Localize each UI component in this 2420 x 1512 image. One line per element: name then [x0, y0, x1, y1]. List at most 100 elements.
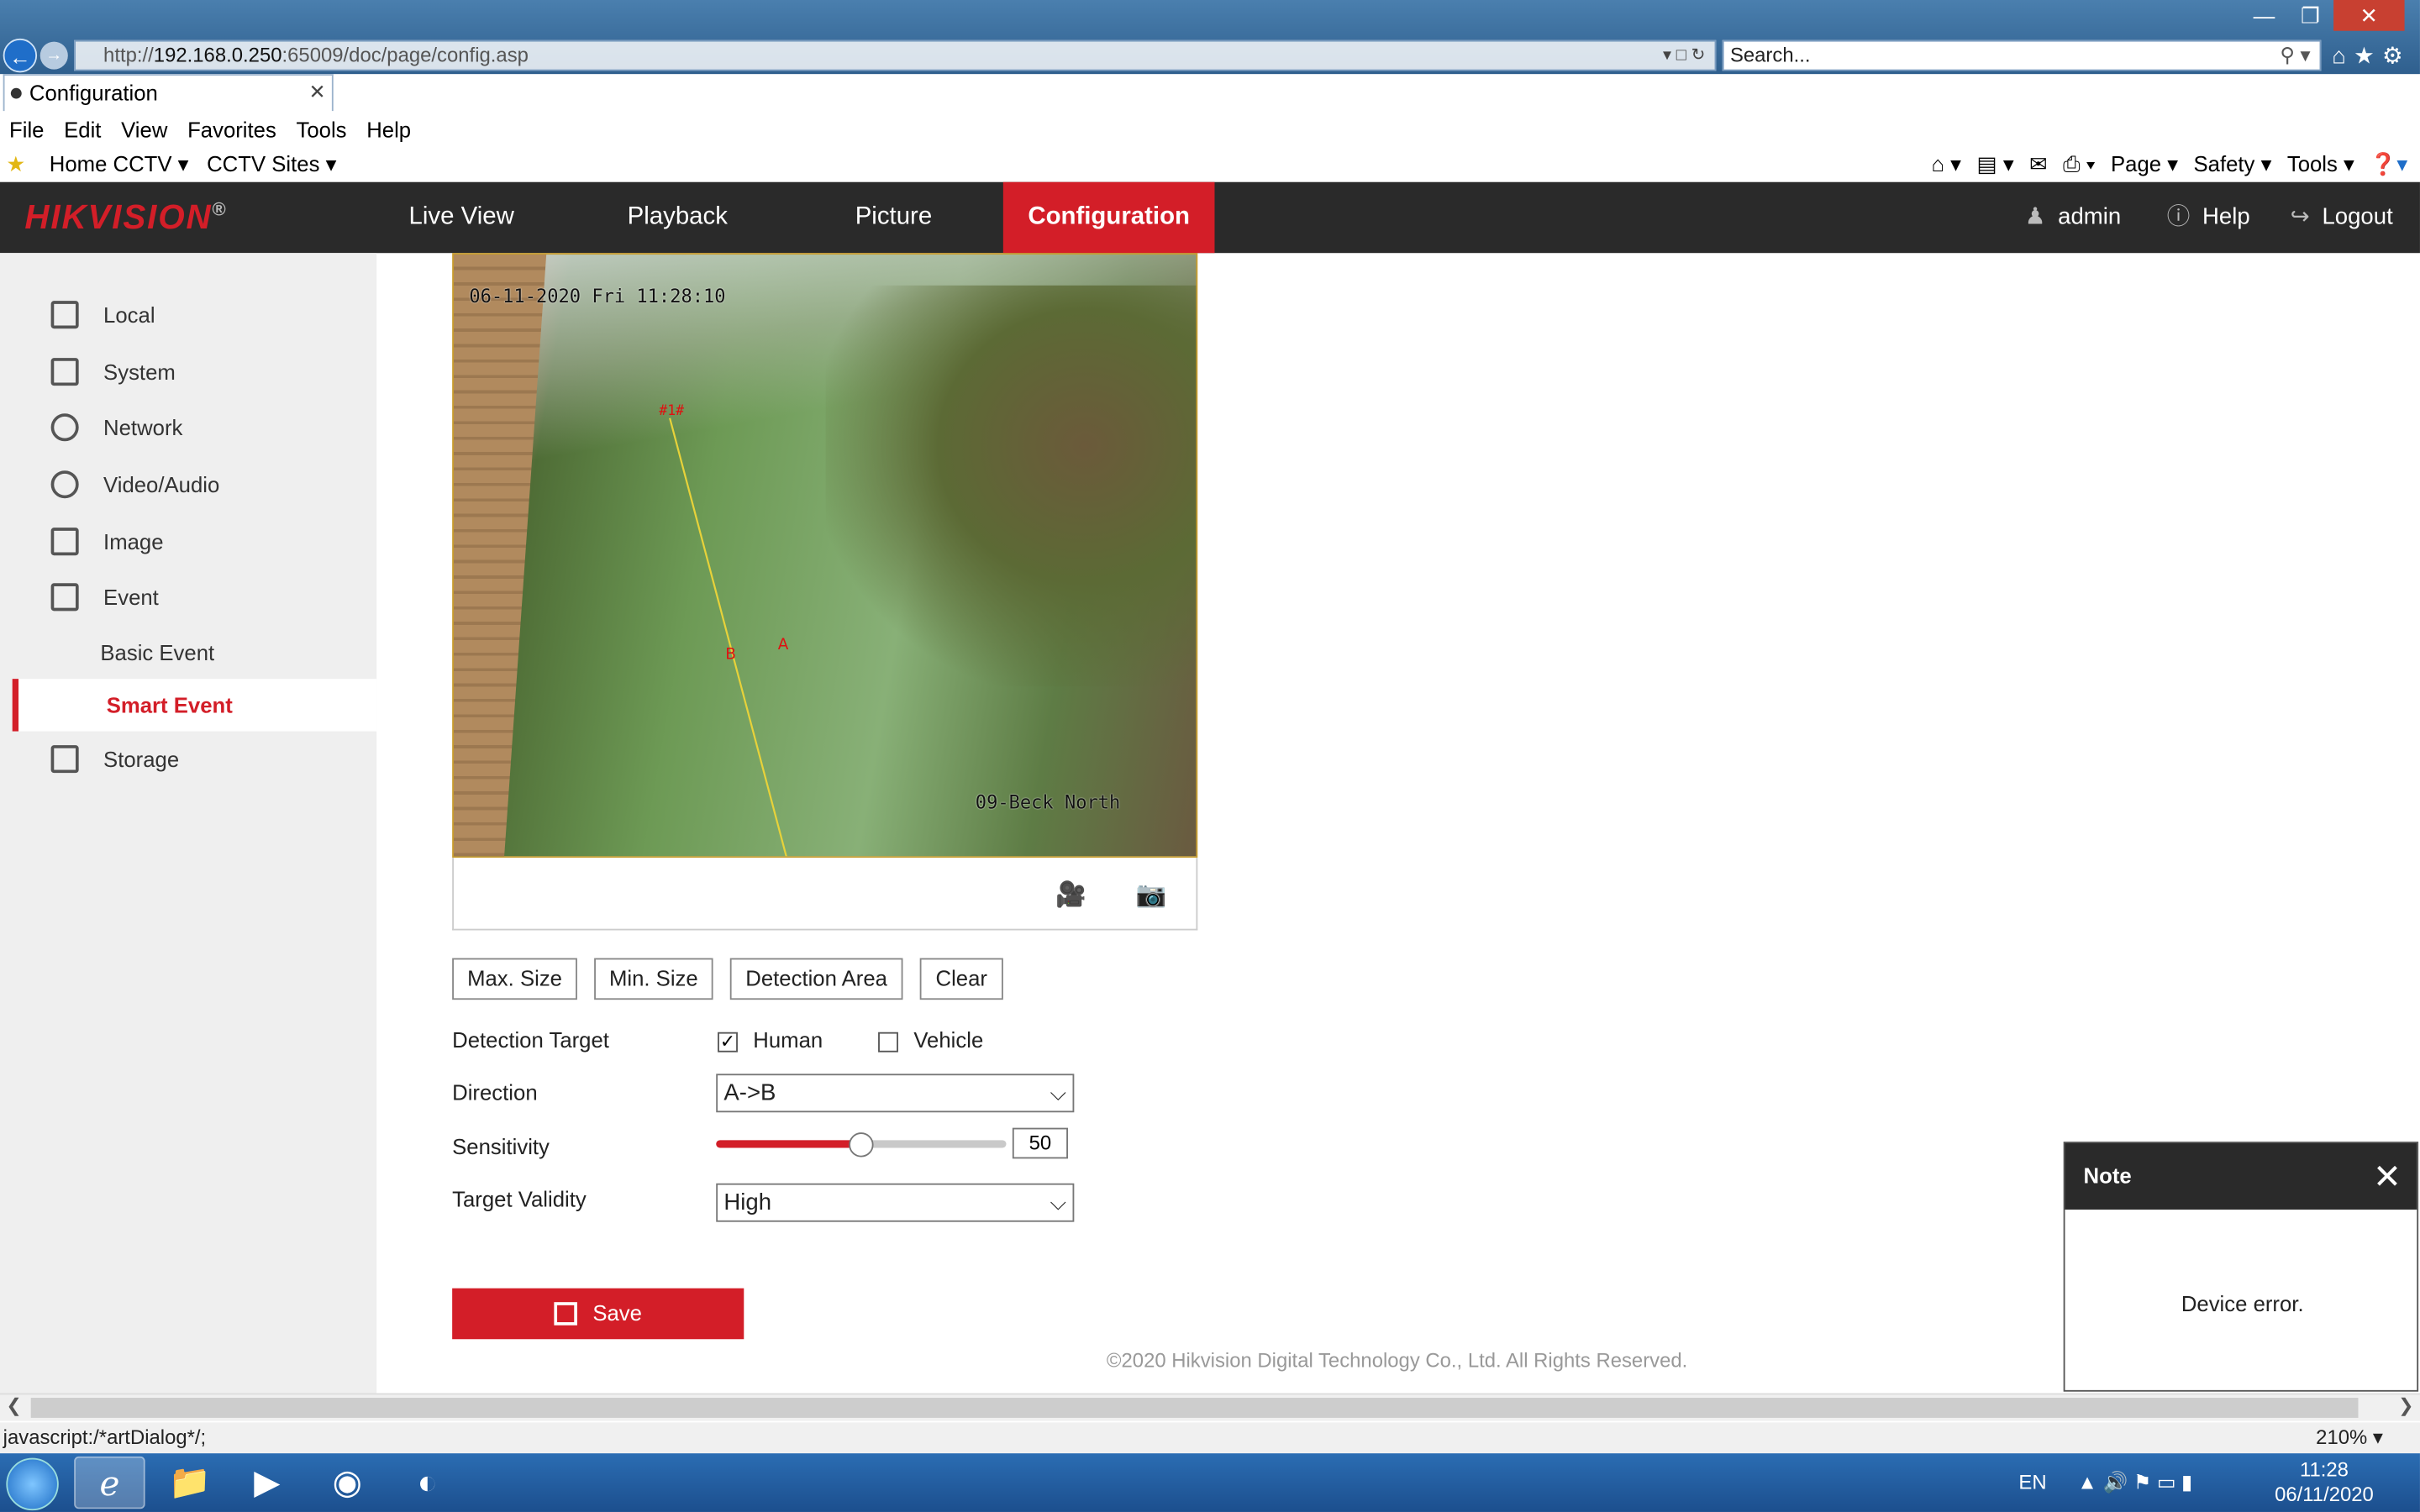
floppy-icon — [554, 1302, 577, 1326]
human-checkbox[interactable]: ✓ — [718, 1032, 738, 1053]
info-icon: ⓘ — [2166, 203, 2191, 230]
logout-link[interactable]: ↪ Logout — [2291, 182, 2393, 253]
image-icon — [50, 528, 79, 556]
sidebar-item-local[interactable]: Local — [0, 288, 376, 340]
sensitivity-input[interactable]: 50 — [1012, 1127, 1068, 1159]
sidebar-label-storage: Storage — [103, 746, 180, 772]
search-icon[interactable]: ⚲ ▾ — [2280, 42, 2310, 70]
tools-menu[interactable]: Tools ▾ — [2287, 148, 2354, 179]
page-menu[interactable]: Page ▾ — [2111, 148, 2178, 179]
sidebar-label-network: Network — [103, 415, 183, 440]
help-circle-icon[interactable]: ❓▾ — [2370, 148, 2407, 179]
sidebar-item-image[interactable]: Image — [0, 515, 376, 567]
tab-configuration[interactable]: Configuration ✕ — [3, 74, 334, 112]
language-indicator[interactable]: EN — [2018, 1453, 2046, 1512]
sidebar-item-network[interactable]: Network — [0, 402, 376, 454]
direction-select[interactable]: A->B ⌵ — [716, 1074, 1075, 1113]
home-icon[interactable]: ⌂ ▾ — [1931, 148, 1961, 179]
edge-icon[interactable]: ◐ — [392, 1457, 463, 1509]
internet-explorer-icon[interactable]: ℯ — [74, 1456, 145, 1509]
folder-icon[interactable]: 📁 — [155, 1457, 225, 1509]
back-arrow-icon[interactable]: ← — [3, 38, 38, 73]
osd-camera-name: 09-Beck North — [975, 791, 1121, 813]
min-size-button[interactable]: Min. Size — [594, 958, 713, 1000]
tray-icons[interactable]: ▲ 🔊 ⚑ ▭ ▮ — [2077, 1453, 2192, 1512]
restore-icon[interactable]: ❐ — [2287, 0, 2333, 31]
direction-value: A->B — [723, 1079, 776, 1106]
menu-help[interactable]: Help — [366, 111, 411, 148]
sidebar-item-smart-event[interactable]: Smart Event — [12, 679, 377, 732]
fav-cctv-sites[interactable]: CCTV Sites ▾ — [207, 148, 336, 179]
firefox-icon[interactable]: ◉ — [312, 1457, 382, 1509]
help-link[interactable]: ⓘ Help — [2167, 182, 2250, 253]
monitor-icon — [50, 301, 79, 329]
camera-snapshot-icon[interactable]: 📷 — [1136, 879, 1167, 911]
record-video-icon[interactable]: 🎥 — [1055, 879, 1086, 911]
url-rest: :65009/doc/page/config.asp — [281, 43, 529, 66]
sidebar-item-video-audio[interactable]: Video/Audio — [0, 458, 376, 510]
crossing-line[interactable] — [669, 417, 787, 858]
note-dialog: Note ✕ Device error. — [2063, 1142, 2419, 1392]
nav-picture[interactable]: Picture — [818, 182, 969, 253]
horizontal-scrollbar[interactable]: ❮ ❯ — [0, 1393, 2420, 1421]
favorites-star-icon[interactable]: ★ — [6, 148, 25, 179]
print-icon[interactable]: ⎙ ▾ — [2063, 148, 2096, 179]
line-crossing-overlay[interactable]: #1# B A — [454, 255, 1197, 858]
sensitivity-label: Sensitivity — [452, 1133, 550, 1159]
clock[interactable]: 11:28 06/11/2020 — [2275, 1458, 2374, 1508]
copyright: ©2020 Hikvision Digital Technology Co., … — [1106, 1348, 1688, 1372]
camera-preview[interactable]: #1# B A 06-11-2020 Fri 11:28:10 09-Beck … — [452, 253, 1198, 858]
url-host: 192.168.0.250 — [153, 43, 282, 66]
fav-home-cctv[interactable]: Home CCTV ▾ — [50, 148, 189, 179]
mail-icon[interactable]: ✉ — [2029, 148, 2048, 179]
fav-cctv-sites-label: CCTV Sites — [207, 150, 320, 176]
close-icon[interactable]: ✕ — [2373, 1143, 2402, 1210]
menu-favorites[interactable]: Favorites — [187, 111, 276, 148]
media-player-icon[interactable]: ▶ — [232, 1457, 302, 1509]
menu-file[interactable]: File — [9, 111, 44, 148]
menu-view[interactable]: View — [121, 111, 167, 148]
chevron-down-icon: ⌵ — [1050, 1079, 1067, 1105]
sidebar-item-event[interactable]: Event — [0, 571, 376, 623]
scroll-right-icon[interactable]: ❯ — [2398, 1394, 2413, 1416]
zoom-level[interactable]: 210% ▾ — [2316, 1422, 2383, 1453]
refresh-icon[interactable]: ▾ □ ↻ — [1663, 42, 1706, 70]
sensitivity-fill — [716, 1140, 861, 1148]
sidebar-item-system[interactable]: System — [0, 345, 376, 397]
vehicle-label: Vehicle — [913, 1027, 984, 1053]
start-button[interactable] — [6, 1457, 59, 1511]
nav-configuration[interactable]: Configuration — [1002, 181, 1215, 254]
scroll-thumb[interactable] — [30, 1398, 2359, 1418]
minimize-icon[interactable]: — — [2241, 0, 2287, 31]
nav-playback[interactable]: Playback — [602, 182, 753, 253]
search-input[interactable]: Search... ⚲ ▾ — [1722, 39, 2322, 71]
nav-live-view[interactable]: Live View — [386, 182, 537, 253]
max-size-button[interactable]: Max. Size — [452, 958, 577, 1000]
home-star-gear-icons[interactable]: ⌂★⚙ — [2332, 42, 2411, 69]
save-button[interactable]: Save — [452, 1288, 744, 1340]
clear-button[interactable]: Clear — [919, 958, 1003, 1000]
crossing-marker: #1# — [659, 402, 684, 418]
sensitivity-handle[interactable] — [849, 1132, 874, 1158]
vehicle-checkbox[interactable] — [878, 1032, 898, 1053]
clock-time: 11:28 — [2299, 1457, 2349, 1482]
zoom-value: 210% — [2316, 1425, 2368, 1449]
sidebar-label-image: Image — [103, 528, 164, 554]
feeds-icon[interactable]: ▤ ▾ — [1976, 148, 2013, 179]
save-label: Save — [592, 1300, 642, 1326]
user-menu[interactable]: ♟ admin — [2025, 182, 2121, 253]
address-bar[interactable]: http://192.168.0.250:65009/doc/page/conf… — [74, 39, 1717, 71]
safety-menu[interactable]: Safety ▾ — [2193, 148, 2271, 179]
forward-arrow-icon[interactable]: → — [39, 41, 68, 70]
close-tab-icon[interactable]: ✕ — [309, 76, 326, 109]
close-window-icon[interactable]: ✕ — [2333, 0, 2405, 31]
menu-tools[interactable]: Tools — [297, 111, 347, 148]
sidebar-item-storage[interactable]: Storage — [0, 732, 376, 785]
target-validity-select[interactable]: High ⌵ — [716, 1183, 1075, 1222]
scroll-left-icon[interactable]: ❮ — [6, 1394, 21, 1416]
target-validity-value: High — [723, 1189, 772, 1216]
dialog-message: Device error. — [2181, 1291, 2304, 1316]
sidebar-item-basic-event[interactable]: Basic Event — [0, 627, 376, 679]
detection-area-button[interactable]: Detection Area — [729, 958, 903, 1000]
menu-edit[interactable]: Edit — [64, 111, 101, 148]
